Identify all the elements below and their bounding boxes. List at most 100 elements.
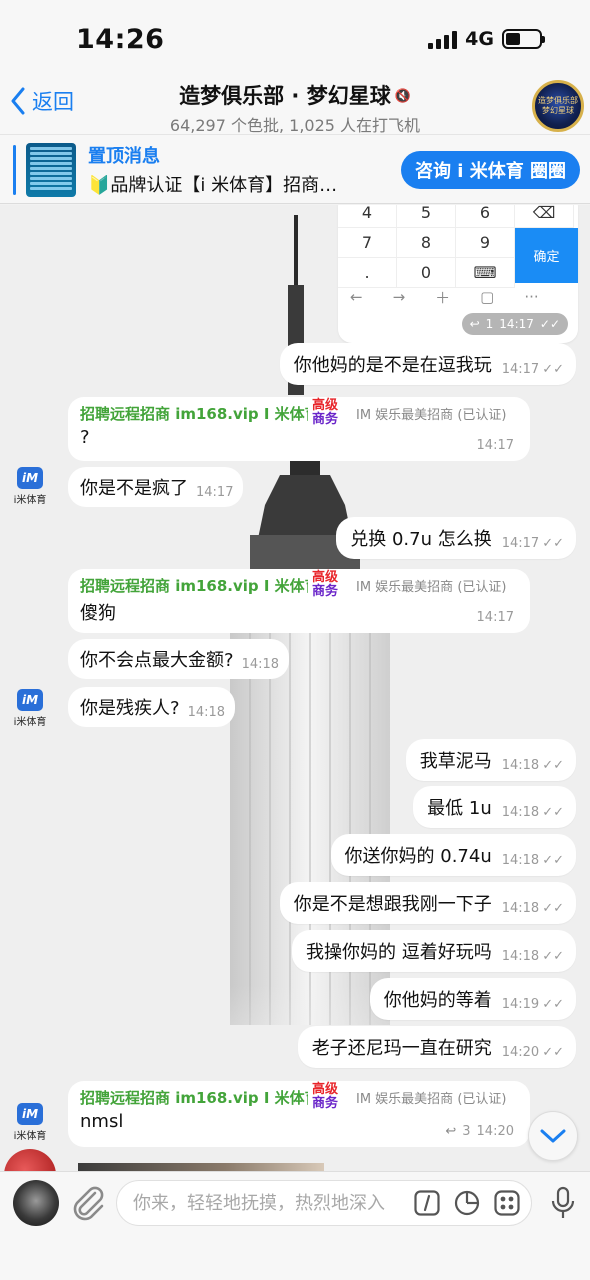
battery-icon bbox=[502, 29, 545, 49]
message-time: 14:17 bbox=[501, 535, 540, 551]
reply-count: 1 bbox=[485, 317, 494, 331]
reply-icon[interactable]: ↩ bbox=[445, 1124, 456, 1139]
status-bar: 14:26 4G bbox=[0, 0, 590, 76]
read-check-icon: ✓✓ bbox=[542, 900, 564, 916]
message-text: 你他妈的等着 bbox=[383, 990, 492, 1011]
outgoing-message[interactable]: 你他妈的是不是在逗我玩 14:17 ✓✓ bbox=[279, 343, 576, 385]
incoming-message[interactable]: 你不会点最大金额? 14:18 bbox=[68, 639, 290, 679]
message-input[interactable] bbox=[133, 1181, 403, 1225]
outgoing-message[interactable]: 兑换 0.7u 怎么换 14:17 ✓✓ bbox=[336, 517, 576, 559]
keypad-key: 8 bbox=[397, 228, 456, 258]
incoming-message[interactable]: 招聘远程招商 im168.vip I 米体育... 高级商务 IM 娱乐最美招商… bbox=[68, 397, 530, 461]
avatar-label: i米体育 bbox=[13, 1131, 47, 1142]
message-time: 14:18 bbox=[501, 804, 540, 820]
message-time: 14:20 bbox=[501, 1044, 540, 1060]
pinned-action-button[interactable]: 咨询 i 米体育 圈圈 bbox=[401, 151, 580, 189]
incoming-message[interactable]: 你是残疾人? 14:18 bbox=[68, 687, 236, 727]
message-time: 14:18 bbox=[501, 948, 540, 964]
outgoing-message[interactable]: 我草泥马 14:18 ✓✓ bbox=[405, 739, 576, 781]
signal-icon bbox=[428, 29, 458, 49]
tabs-icon: ▢ bbox=[480, 288, 495, 306]
reply-icon: ↩ bbox=[469, 317, 480, 331]
read-check-icon: ✓✓ bbox=[542, 996, 564, 1012]
message-text: 你是不是疯了 bbox=[80, 478, 188, 499]
badge-top: 高级 bbox=[312, 570, 339, 585]
sender-name[interactable]: 招聘远程招商 im168.vip I 米体育... bbox=[80, 1087, 308, 1108]
message-time: 14:17 bbox=[499, 317, 534, 331]
outgoing-message[interactable]: 你他妈的等着 14:19 ✓✓ bbox=[369, 978, 576, 1020]
outgoing-message[interactable]: 最低 1u 14:18 ✓✓ bbox=[413, 786, 576, 828]
read-check-icon: ✓✓ bbox=[542, 948, 564, 964]
incoming-message[interactable]: 招聘远程招商 im168.vip I 米体育... 高级商务 IM 娱乐最美招商… bbox=[68, 569, 530, 633]
outgoing-message[interactable]: 老子还尼玛一直在研究 14:20 ✓✓ bbox=[297, 1026, 576, 1068]
outgoing-message[interactable]: 你送你妈的 0.74u 14:18 ✓✓ bbox=[330, 834, 576, 876]
paperclip-icon bbox=[73, 1186, 104, 1221]
image-message[interactable] bbox=[78, 1163, 324, 1171]
avatar-label: i米体育 bbox=[13, 717, 47, 728]
pinned-indicator bbox=[13, 145, 16, 195]
pinned-message[interactable]: 置顶消息 🔰品牌认证【i 米体育】招商… 咨询 i 米体育 圈圈 bbox=[0, 134, 590, 204]
keypad-key: 7 bbox=[338, 228, 397, 258]
voice-button[interactable] bbox=[550, 1186, 576, 1224]
admin-badge: 高级 商务 bbox=[312, 571, 338, 599]
read-check-icon: ✓✓ bbox=[542, 1044, 564, 1060]
message-text: ? bbox=[80, 427, 90, 448]
message-meta: 14:19 ✓✓ bbox=[502, 997, 564, 1012]
message-time: 14:17 bbox=[501, 361, 540, 377]
member-count: 64,297 个色批, 1,025 人在打飞机 bbox=[169, 116, 421, 135]
attach-button[interactable] bbox=[70, 1184, 106, 1226]
mute-icon: 🔇 bbox=[394, 89, 411, 104]
sender-avatar[interactable]: iM i米体育 bbox=[10, 689, 50, 733]
back-button[interactable]: 返回 bbox=[10, 86, 74, 116]
sender-avatar[interactable]: iM i米体育 bbox=[10, 467, 50, 511]
more-icon: ··· bbox=[524, 288, 539, 306]
chevron-down-icon bbox=[540, 1129, 566, 1143]
message-text: 我操你妈的 逗着好玩吗 bbox=[306, 942, 492, 963]
im-logo-icon: iM bbox=[17, 467, 43, 489]
message-meta: 14:20 ✓✓ bbox=[502, 1045, 564, 1060]
message-text: 你是残疾人? bbox=[80, 698, 180, 719]
sender-avatar[interactable]: iM i米体育 bbox=[10, 1103, 50, 1147]
outgoing-message[interactable]: 我操你妈的 逗着好玩吗 14:18 ✓✓ bbox=[292, 930, 576, 972]
reply-count: 3 bbox=[462, 1124, 471, 1139]
sender-role: IM 娱乐最美招商 (已认证) bbox=[356, 408, 507, 423]
image-message[interactable]: 4 5 6 ⌫ 7 8 9 . 0 ⌨ 确定 ← → ＋ ▢ ··· ↩ 1 1… bbox=[338, 205, 578, 343]
badge-top: 高级 bbox=[312, 398, 339, 413]
message-text: 兑换 0.7u 怎么换 bbox=[350, 529, 492, 550]
message-text: 你他妈的是不是在逗我玩 bbox=[293, 355, 492, 376]
sender-name[interactable]: 招聘远程招商 im168.vip I 米体育... bbox=[80, 575, 308, 596]
incoming-message[interactable]: 招聘远程招商 im168.vip I 米体育... 高级商务 IM 娱乐最美招商… bbox=[68, 1081, 530, 1147]
group-avatar-text: 造梦俱乐部 梦幻星球 bbox=[538, 96, 578, 115]
outgoing-message[interactable]: 你是不是想跟我刚一下子 14:18 ✓✓ bbox=[279, 882, 576, 924]
my-avatar[interactable] bbox=[13, 1180, 59, 1226]
apps-button[interactable] bbox=[493, 1189, 521, 1217]
message-text: nmsl bbox=[80, 1111, 124, 1132]
pinned-thumbnail bbox=[26, 143, 76, 197]
chat-title: 造梦俱乐部 · 梦幻星球 🔇 bbox=[179, 84, 411, 108]
message-time: 14:17 bbox=[196, 484, 234, 500]
keypad-key: 4 bbox=[338, 205, 397, 228]
group-avatar[interactable]: 造梦俱乐部 梦幻星球 bbox=[532, 80, 584, 132]
message-input-wrap bbox=[116, 1180, 532, 1226]
message-list[interactable]: 4 5 6 ⌫ 7 8 9 . 0 ⌨ 确定 ← → ＋ ▢ ··· ↩ 1 1… bbox=[0, 205, 590, 1171]
message-meta: 14:18 ✓✓ bbox=[502, 758, 564, 773]
keypad-key: 5 bbox=[397, 205, 456, 228]
scroll-to-bottom-button[interactable] bbox=[528, 1111, 578, 1161]
sender-name[interactable]: 招聘远程招商 im168.vip I 米体育... bbox=[80, 403, 308, 424]
pinned-text: 🔰品牌认证【i 米体育】招商… bbox=[88, 175, 338, 196]
message-meta: 14:17 ✓✓ bbox=[502, 536, 564, 551]
chat-title-area[interactable]: 造梦俱乐部 · 梦幻星球 🔇 64,297 个色批, 1,025 人在打飞机 bbox=[110, 80, 480, 136]
message-time: 14:17 bbox=[476, 438, 514, 453]
sticker-button[interactable] bbox=[453, 1189, 481, 1217]
im-logo-icon: iM bbox=[17, 1103, 43, 1125]
sender-role: IM 娱乐最美招商 (已认证) bbox=[356, 580, 507, 595]
reply-indicator[interactable]: ↩ 1 14:17 ✓✓ bbox=[461, 313, 568, 335]
command-button[interactable] bbox=[413, 1189, 441, 1217]
message-text: 你是不是想跟我刚一下子 bbox=[293, 894, 492, 915]
message-text: 傻狗 bbox=[80, 603, 116, 624]
message-meta: 14:17 ✓✓ bbox=[502, 362, 564, 377]
admin-badge: 高级 商务 bbox=[312, 399, 338, 427]
incoming-message[interactable]: 你是不是疯了 14:17 bbox=[68, 467, 244, 507]
back-label: 返回 bbox=[32, 90, 74, 114]
message-meta: 14:18 ✓✓ bbox=[502, 949, 564, 964]
